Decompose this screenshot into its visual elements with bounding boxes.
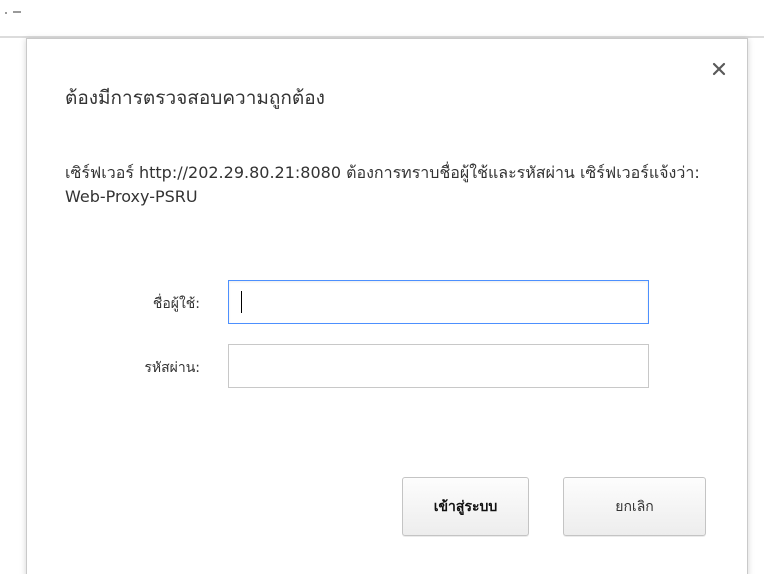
username-input[interactable] <box>228 280 649 324</box>
dialog-title: ต้องมีการตรวจสอบความถูกต้อง <box>65 87 325 109</box>
dialog-message: เซิร์ฟเวอร์ http://202.29.80.21:8080 ต้อ… <box>65 163 700 206</box>
background-fragment <box>5 8 25 16</box>
auth-dialog: ต้องมีการตรวจสอบความถูกต้อง เซิร์ฟเวอร์ … <box>26 38 748 574</box>
password-label: รหัสผ่าน: <box>144 360 200 376</box>
text-caret <box>241 291 242 313</box>
password-input[interactable] <box>228 344 649 388</box>
page: ต้องมีการตรวจสอบความถูกต้อง เซิร์ฟเวอร์ … <box>0 0 764 574</box>
cancel-button[interactable]: ยกเลิก <box>563 477 706 536</box>
close-button[interactable] <box>709 59 729 79</box>
username-label: ชื่อผู้ใช้: <box>152 296 200 312</box>
close-icon <box>712 62 726 76</box>
login-button[interactable]: เข้าสู่ระบบ <box>402 477 529 536</box>
